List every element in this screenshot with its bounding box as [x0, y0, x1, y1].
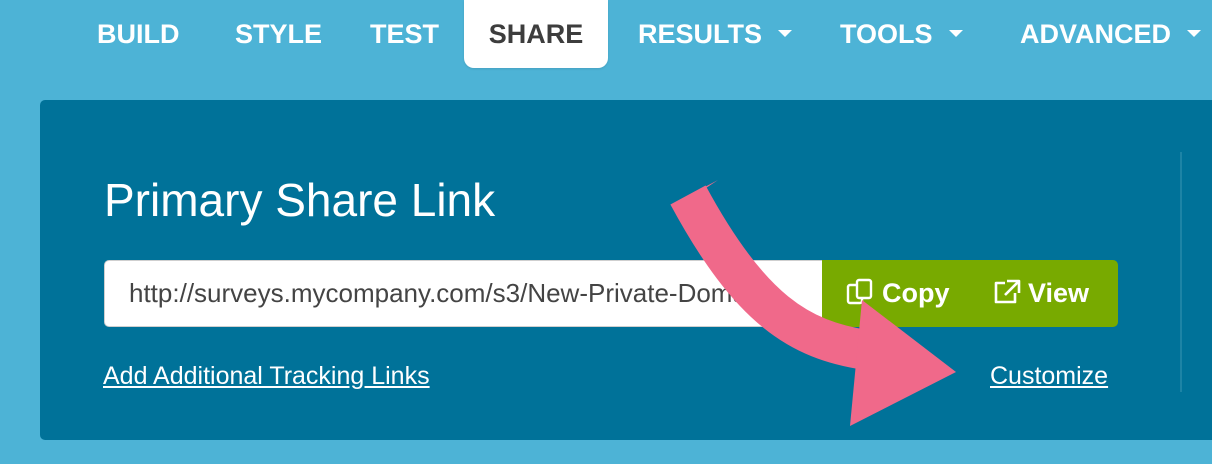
- tab-style[interactable]: STYLE: [235, 0, 322, 68]
- tab-advanced-label: ADVANCED: [1020, 19, 1172, 49]
- customize-link[interactable]: Customize: [990, 362, 1108, 391]
- view-button[interactable]: View: [992, 260, 1089, 327]
- caret-down-icon: [948, 30, 963, 38]
- panel-title: Primary Share Link: [104, 174, 496, 226]
- add-tracking-links-link[interactable]: Add Additional Tracking Links: [103, 362, 430, 391]
- tab-build[interactable]: BUILD: [97, 0, 180, 68]
- caret-down-icon: [778, 30, 793, 38]
- tab-share[interactable]: SHARE: [464, 0, 608, 68]
- view-button-label: View: [1028, 278, 1090, 308]
- tab-tools[interactable]: TOOLS: [840, 0, 963, 68]
- caret-down-icon: [1187, 30, 1202, 38]
- tab-advanced[interactable]: ADVANCED: [1020, 0, 1202, 68]
- copy-button-label: Copy: [882, 278, 950, 308]
- primary-share-link-panel: Primary Share Link Copy View Add Additio…: [40, 100, 1212, 440]
- top-navigation: BUILD STYLE TEST SHARE RESULTS TOOLS ADV…: [0, 0, 1212, 70]
- tab-test-label: TEST: [370, 19, 440, 49]
- tab-results-label: RESULTS: [638, 19, 763, 49]
- tab-style-label: STYLE: [235, 19, 323, 49]
- copy-icon: [846, 278, 873, 305]
- tab-results[interactable]: RESULTS: [638, 0, 793, 68]
- tab-share-label: SHARE: [488, 19, 584, 49]
- share-button-group: Copy View: [822, 260, 1118, 327]
- share-url-field[interactable]: [104, 260, 822, 327]
- copy-button[interactable]: Copy: [846, 260, 950, 327]
- panel-divider: [1180, 152, 1182, 392]
- tab-test[interactable]: TEST: [370, 0, 439, 68]
- tab-tools-label: TOOLS: [840, 19, 933, 49]
- tab-build-label: BUILD: [97, 19, 180, 49]
- external-link-icon: [994, 279, 1021, 304]
